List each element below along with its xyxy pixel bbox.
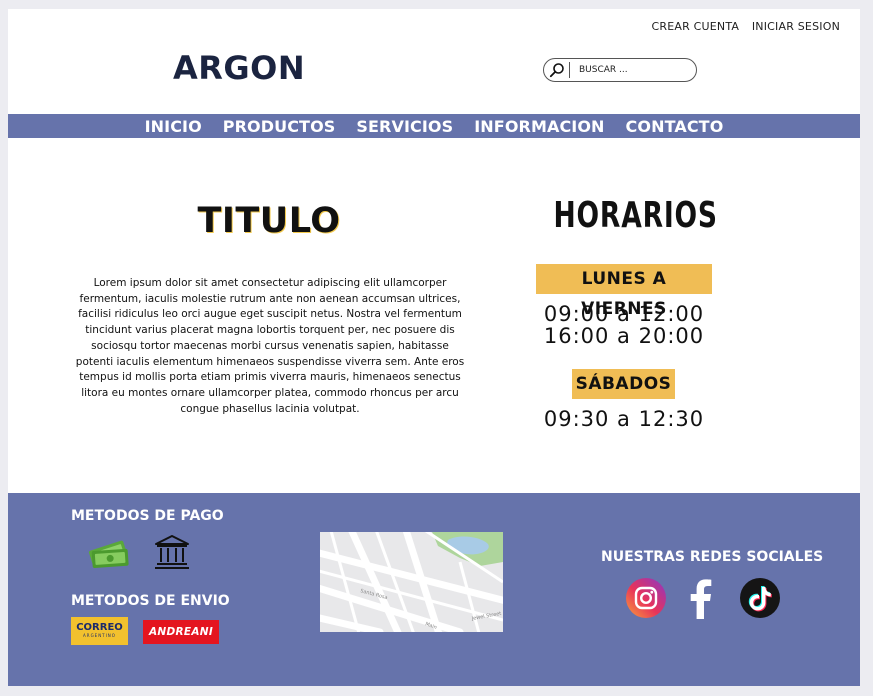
shipping-heading: METODOS DE ENVIO (71, 593, 230, 609)
footer: METODOS DE PAGO METODOS DE ENVIO CORREO … (8, 493, 860, 686)
correo-argentino-logo: CORREO ARGENTINO (71, 617, 128, 645)
search-input[interactable] (570, 65, 680, 75)
search-bar[interactable] (543, 58, 697, 82)
schedule-heading: HORARIOS (553, 195, 718, 236)
saturday-hours: 09:30 a 12:30 (543, 407, 705, 431)
correo-label: CORREO (76, 622, 123, 633)
instagram-icon[interactable] (625, 577, 667, 623)
saturday-badge: SÁBADOS (572, 369, 675, 399)
facebook-icon[interactable] (684, 577, 720, 623)
nav-item-inicio[interactable]: INICIO (145, 117, 202, 136)
andreani-logo: ANDREANI (143, 620, 219, 644)
create-account-link[interactable]: CREAR CUENTA (652, 20, 740, 33)
body-text: Lorem ipsum dolor sit amet consectetur a… (75, 277, 465, 415)
tiktok-icon[interactable] (739, 577, 781, 623)
nav-item-servicios[interactable]: SERVICIOS (356, 117, 453, 136)
page: CREAR CUENTA INICIAR SESION ARGON INICIO… (8, 9, 860, 686)
page-title: TITULO (197, 201, 341, 241)
weekdays-hours-afternoon: 16:00 a 20:00 (543, 324, 705, 348)
login-link[interactable]: INICIAR SESION (752, 20, 840, 33)
nav-item-contacto[interactable]: CONTACTO (626, 117, 724, 136)
weekdays-hours-morning: 09:00 a 12:00 (543, 302, 705, 326)
nav-item-informacion[interactable]: INFORMACION (474, 117, 604, 136)
search-icon[interactable] (544, 62, 570, 78)
logo[interactable]: ARGON (173, 49, 305, 87)
nav-item-productos[interactable]: PRODUCTOS (223, 117, 336, 136)
main-nav: INICIO PRODUCTOS SERVICIOS INFORMACION C… (8, 114, 860, 138)
social-heading: NUESTRAS REDES SOCIALES (601, 549, 824, 565)
account-links: CREAR CUENTA INICIAR SESION (643, 20, 841, 33)
location-map[interactable]: Santa Rosa Jewel Street Main (320, 532, 503, 632)
weekdays-badge: LUNES A VIERNES (536, 264, 712, 319)
correo-sub-label: ARGENTINO (83, 633, 116, 638)
payment-heading: METODOS DE PAGO (71, 508, 224, 524)
bank-icon (153, 533, 191, 575)
cash-icon (86, 536, 132, 574)
